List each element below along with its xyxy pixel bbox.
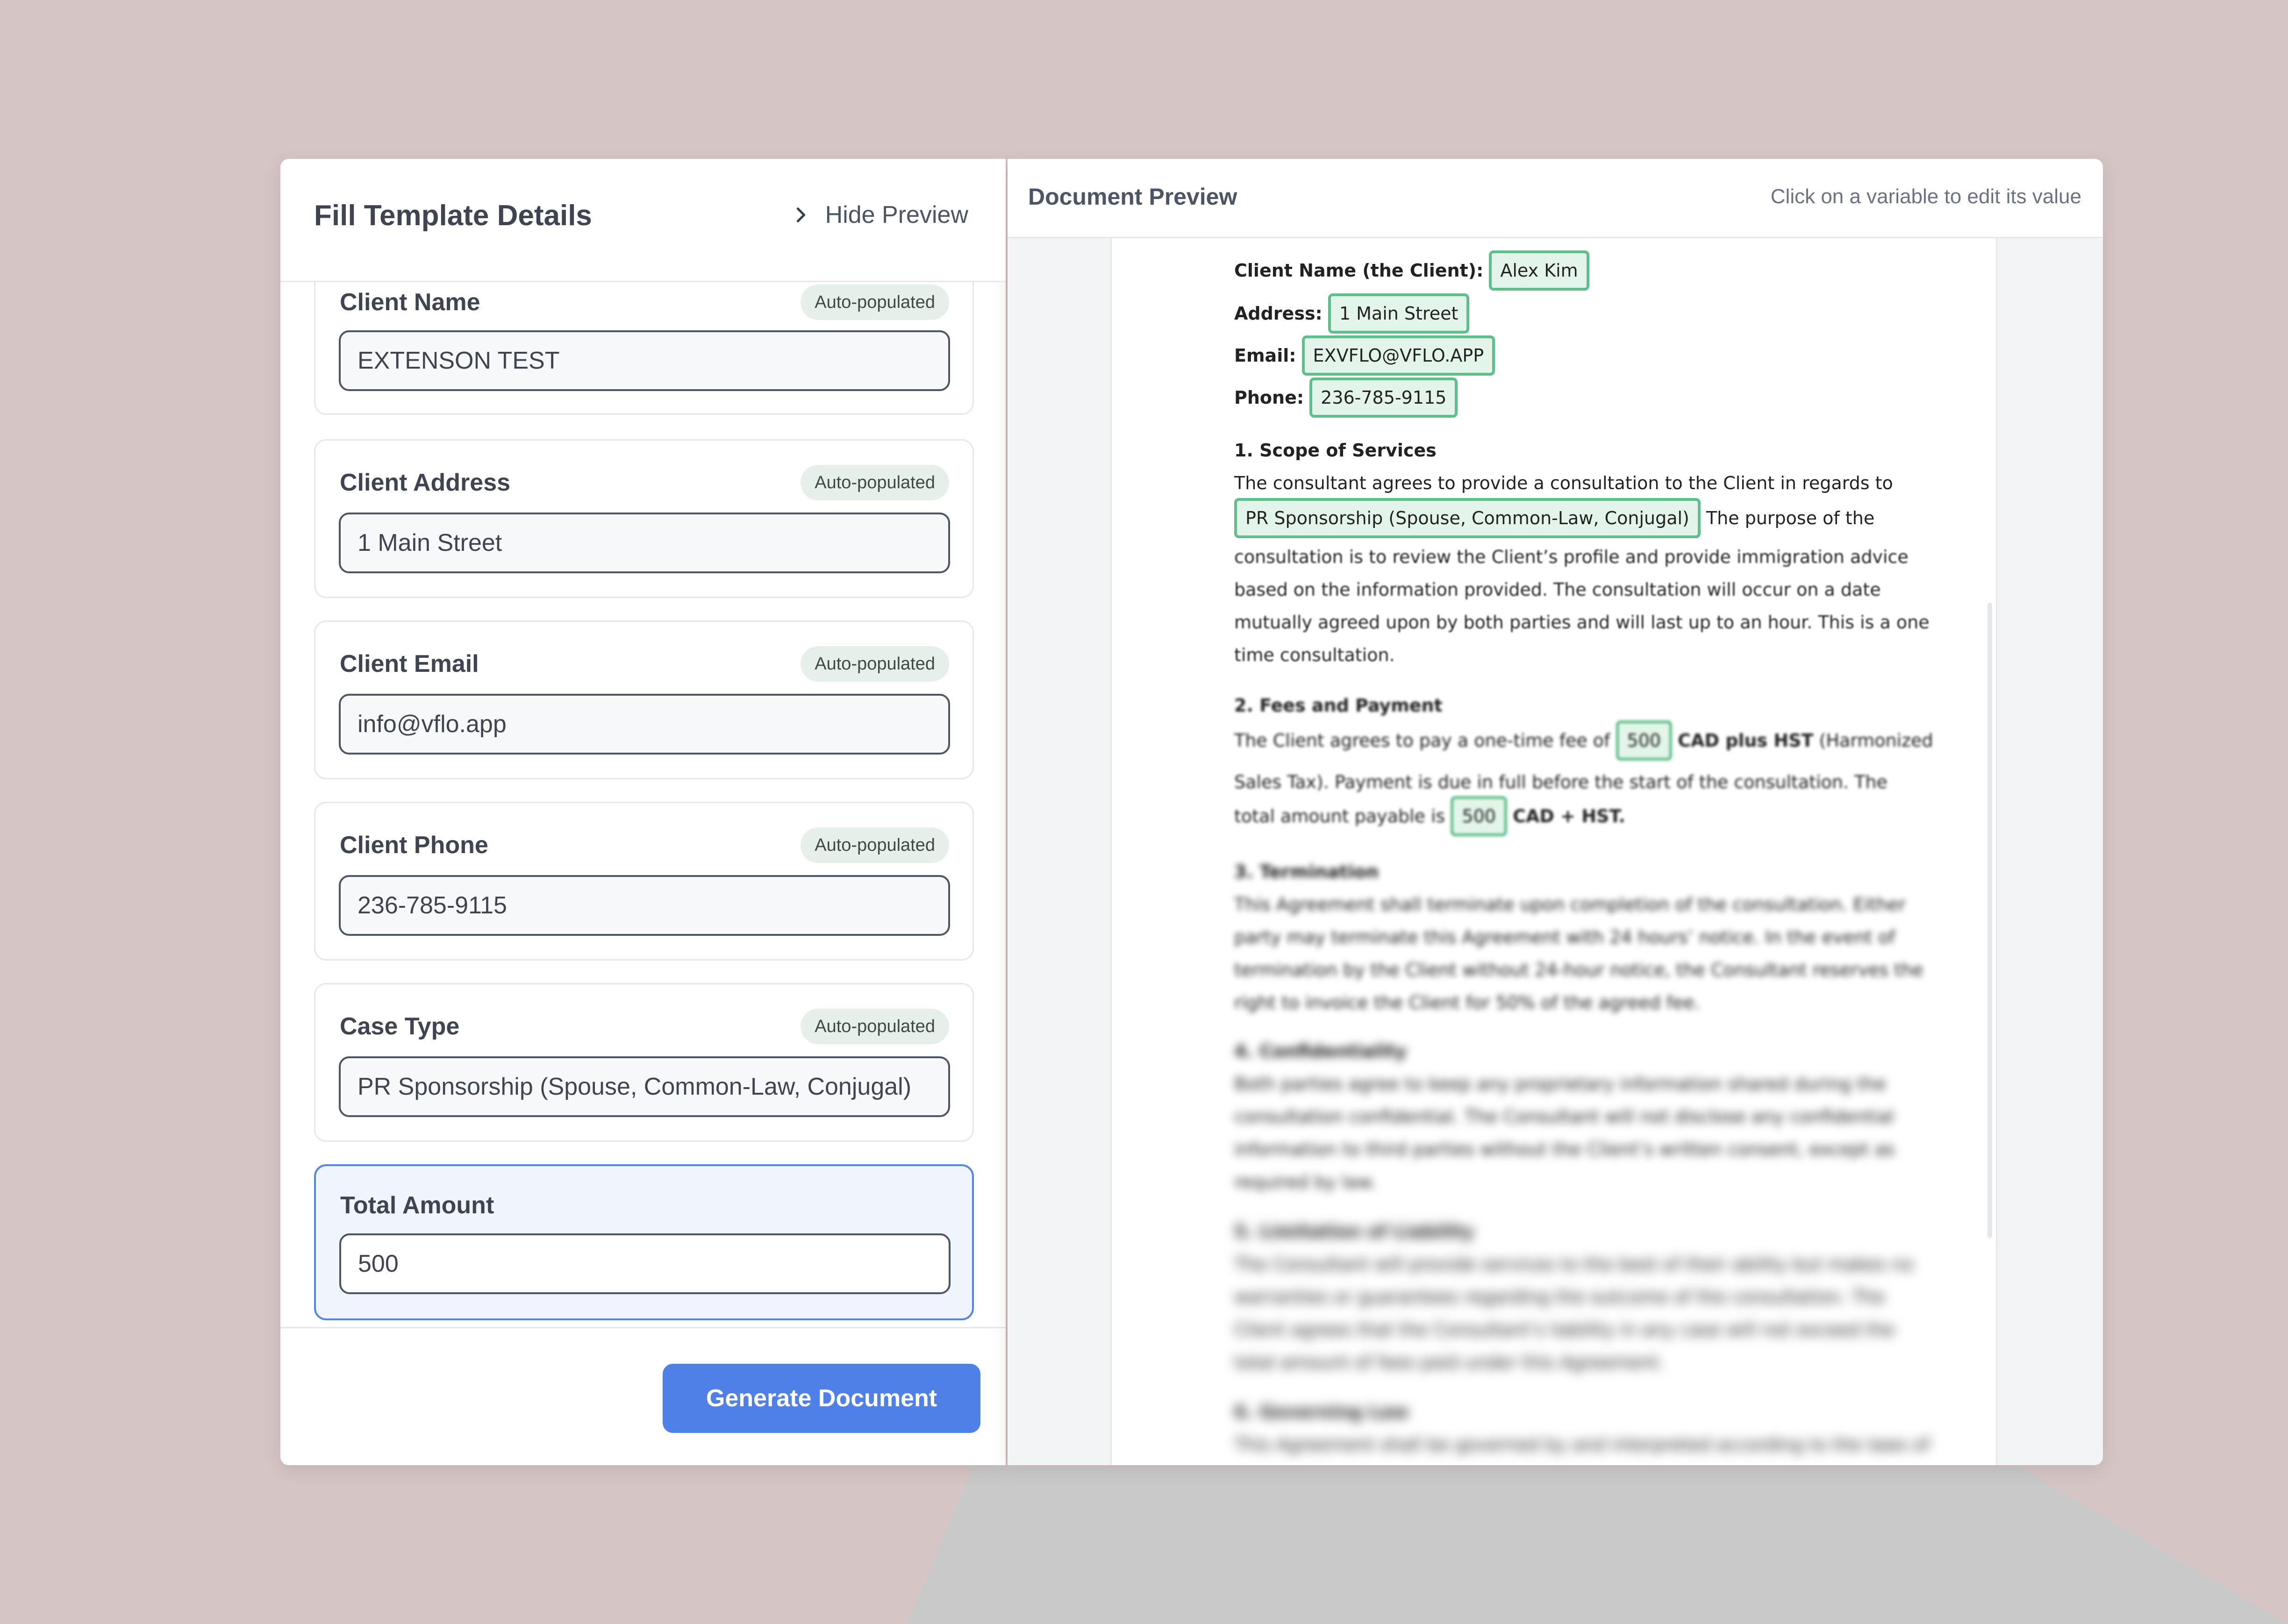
auto-populated-badge: Auto-populated: [801, 646, 949, 682]
auto-populated-badge: Auto-populated: [801, 827, 949, 863]
auto-populated-badge: Auto-populated: [801, 465, 949, 500]
section-5-line: total amount of fees paid under this Agr…: [1234, 1352, 1665, 1373]
client-name-line: Client Name (the Client): Alex Kim: [1234, 250, 1589, 291]
scrollbar[interactable]: [1988, 603, 1992, 1238]
client-address-input[interactable]: [339, 513, 950, 573]
phone-label: Phone:: [1234, 387, 1304, 408]
section-4-line: consultation confidential. The Consultan…: [1234, 1106, 1894, 1127]
email-label: Email:: [1234, 345, 1296, 366]
client-phone-input[interactable]: [339, 875, 950, 936]
fill-template-panel: Fill Template Details Hide Preview Clien…: [280, 159, 1006, 1465]
address-label: Address:: [1234, 303, 1323, 324]
section-2-title: 2. Fees and Payment: [1234, 695, 1443, 716]
document-page[interactable]: Client Name (the Client): Alex Kim Addre…: [1110, 238, 1997, 1465]
field-label: Case Type: [340, 1013, 460, 1040]
section-3-line: termination by the Client without 24-hou…: [1234, 960, 1923, 980]
hide-preview-label: Hide Preview: [825, 201, 968, 228]
backdrop-floor: [907, 1467, 2288, 1624]
field-label: Client Name: [340, 289, 480, 316]
preview-title: Document Preview: [1028, 184, 1237, 210]
section-1-line: time consultation.: [1234, 645, 1395, 665]
section-3-line: party may terminate this Agreement with …: [1234, 927, 1895, 947]
preview-header: Document Preview Click on a variable to …: [1008, 159, 2103, 238]
email-line: Email: EXVFLO@VFLO.APP: [1234, 335, 1495, 376]
section-5-line: Client agrees that the Consultant’s liab…: [1234, 1319, 1895, 1340]
field-label: Client Phone: [340, 832, 488, 859]
panel-header: Fill Template Details Hide Preview: [280, 159, 1006, 282]
total-variable[interactable]: 500: [1451, 796, 1507, 836]
hide-preview-button[interactable]: Hide Preview: [790, 201, 968, 229]
section-1-line: mutually agreed upon by both parties and…: [1234, 612, 1930, 633]
address-line: Address: 1 Main Street: [1234, 293, 1470, 334]
client-email-input[interactable]: [339, 694, 950, 755]
section-2-fee-line: The Client agrees to pay a one-time fee …: [1234, 720, 1933, 761]
field-label: Client Address: [340, 469, 511, 496]
section-2-total-line: total amount payable is 500 CAD + HST.: [1234, 796, 1625, 836]
auto-populated-badge: Auto-populated: [801, 285, 949, 320]
auto-populated-badge: Auto-populated: [801, 1009, 949, 1044]
section-5-line: The Consultant will provide services to …: [1234, 1254, 1914, 1275]
section-6-title: 6. Governing Law: [1234, 1402, 1409, 1422]
section-1-line: based on the information provided. The c…: [1234, 579, 1881, 600]
field-card-client-email: Client Email Auto-populated: [314, 620, 974, 779]
field-label: Client Email: [340, 650, 479, 677]
section-1-case-line: PR Sponsorship (Spouse, Common-Law, Conj…: [1234, 498, 1874, 538]
section-1-tail: The purpose of the: [1706, 508, 1875, 528]
section-2-text: (Harmonized: [1819, 730, 1933, 751]
preview-hint: Click on a variable to edit its value: [1770, 185, 2081, 208]
total-amount-input[interactable]: [339, 1233, 951, 1294]
email-variable[interactable]: EXVFLO@VFLO.APP: [1301, 335, 1495, 376]
case-type-input[interactable]: [339, 1056, 950, 1117]
section-2-bold: CAD + HST.: [1513, 806, 1625, 826]
field-card-client-address: Client Address Auto-populated: [314, 439, 974, 598]
phone-variable[interactable]: 236-785-9115: [1309, 378, 1458, 418]
section-3-line: right to invoice the Client for 50% of t…: [1234, 992, 1700, 1013]
document-preview-panel: Document Preview Click on a variable to …: [1008, 159, 2103, 1465]
panel-footer: Generate Document: [280, 1327, 1006, 1465]
section-4-line: required by law.: [1234, 1172, 1376, 1192]
field-card-total-amount: Total Amount: [314, 1164, 974, 1320]
fee-variable[interactable]: 500: [1616, 720, 1673, 761]
section-4-title: 4. Confidentiality: [1234, 1041, 1407, 1061]
generate-document-button[interactable]: Generate Document: [663, 1364, 980, 1433]
section-4-line: Both parties agree to keep any proprieta…: [1234, 1074, 1887, 1094]
section-1-line: The consultant agrees to provide a consu…: [1234, 473, 1893, 493]
phone-line: Phone: 236-785-9115: [1234, 378, 1458, 418]
chevron-right-icon: [796, 207, 805, 222]
address-variable[interactable]: 1 Main Street: [1328, 293, 1470, 334]
field-card-client-phone: Client Phone Auto-populated: [314, 802, 974, 961]
panel-title: Fill Template Details: [314, 199, 592, 232]
section-2-text: total amount payable is: [1234, 806, 1445, 826]
section-2-line: Sales Tax). Payment is due in full befor…: [1234, 772, 1888, 792]
fields-scroll-area[interactable]: Client Name Auto-populated Client Addres…: [280, 282, 1006, 1465]
section-3-line: This Agreement shall terminate upon comp…: [1234, 894, 1906, 915]
case-type-variable[interactable]: PR Sponsorship (Spouse, Common-Law, Conj…: [1234, 498, 1701, 538]
section-2-bold: CAD plus HST: [1678, 730, 1814, 751]
section-4-line: information to third parties without the…: [1234, 1139, 1895, 1160]
field-card-client-name: Client Name Auto-populated: [314, 282, 974, 415]
field-label: Total Amount: [340, 1192, 494, 1219]
section-3-title: 3. Termination: [1234, 862, 1379, 882]
section-1-title: 1. Scope of Services: [1234, 440, 1437, 461]
section-5-title: 5. Limitation of Liability: [1234, 1221, 1474, 1242]
client-name-variable[interactable]: Alex Kim: [1489, 250, 1589, 291]
section-5-line: warranties or guarantees regarding the o…: [1234, 1287, 1885, 1307]
field-card-case-type: Case Type Auto-populated: [314, 983, 974, 1142]
client-name-label: Client Name (the Client):: [1234, 260, 1484, 281]
section-2-text: The Client agrees to pay a one-time fee …: [1234, 730, 1610, 751]
client-name-input[interactable]: [339, 330, 950, 391]
section-6-line: This Agreement shall be governed by and …: [1234, 1434, 1930, 1455]
section-1-line: consultation is to review the Client’s p…: [1234, 547, 1909, 567]
